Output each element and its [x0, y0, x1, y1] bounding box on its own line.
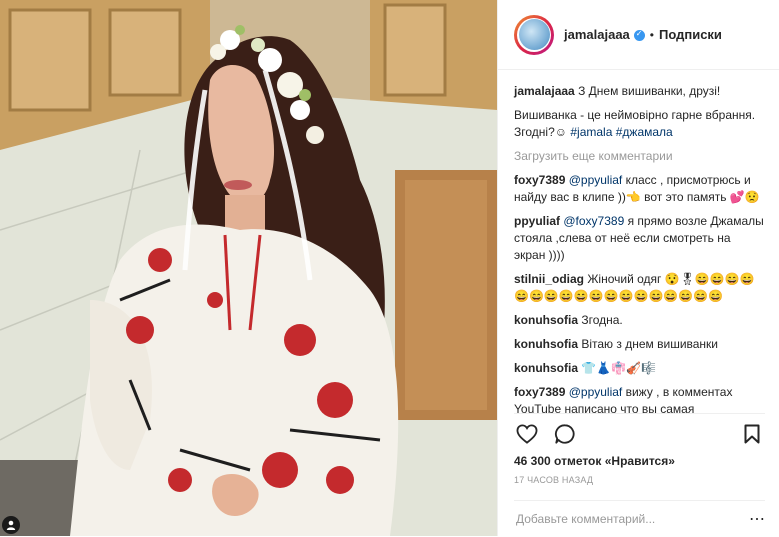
- more-options-icon[interactable]: ⋯: [749, 509, 765, 529]
- comment-username[interactable]: foxy7389: [514, 385, 565, 399]
- heart-icon[interactable]: [514, 421, 540, 447]
- user-tag-icon[interactable]: [2, 516, 20, 534]
- comment-item: foxy7389 @ppyuliaf класс , присмотрюсь и…: [514, 172, 765, 206]
- avatar-ring: [517, 17, 551, 52]
- post-sidebar: jamalajaaa • Подписки jamalajaaa З Днем …: [497, 0, 779, 536]
- avatar-image: [518, 19, 550, 50]
- comment-username[interactable]: konuhsofia: [514, 361, 578, 375]
- comment-mention[interactable]: @foxy7389: [563, 214, 624, 228]
- load-more-comments-button[interactable]: Загрузить еще комментарии: [514, 148, 765, 165]
- comment-username[interactable]: stilnii_odiag: [514, 272, 584, 286]
- username-link[interactable]: jamalajaaa: [564, 27, 630, 42]
- action-bar: [514, 413, 765, 454]
- post-photo[interactable]: [0, 0, 497, 536]
- post-header: jamalajaaa • Подписки: [498, 0, 779, 70]
- verified-badge-icon: [633, 29, 645, 41]
- comment-text: 👕👗👘🎻🎼: [578, 361, 657, 375]
- user-silhouette-icon: [6, 520, 16, 530]
- avatar[interactable]: [514, 14, 554, 55]
- comment-mention[interactable]: @ppyuliaf: [569, 385, 623, 399]
- follow-button[interactable]: Подписки: [659, 27, 722, 42]
- comment-item: stilnii_odiag Жіночий одяг 😯🎖😄😄😄😄😄😄😄😄😄😄😄…: [514, 271, 765, 305]
- caption: jamalajaaa З Днем вишиванки, друзі!: [514, 83, 765, 100]
- caption-line1: З Днем вишиванки, друзі!: [578, 84, 721, 98]
- caption-body: Вишиванка - це неймовірно гарне вбрання.…: [514, 107, 765, 141]
- comment-username[interactable]: foxy7389: [514, 173, 565, 187]
- comment-item: konuhsofia Згодна.: [514, 312, 765, 329]
- add-comment-input[interactable]: [514, 511, 749, 527]
- instagram-post: jamalajaaa • Подписки jamalajaaa З Днем …: [0, 0, 779, 536]
- comment-mention[interactable]: @ppyuliaf: [569, 173, 623, 187]
- comment-item: ppyuliaf @foxy7389 я прямо возле Джамалы…: [514, 213, 765, 264]
- bookmark-icon[interactable]: [739, 421, 765, 447]
- comment-icon[interactable]: [552, 421, 578, 447]
- comment-text: Згодна.: [578, 313, 623, 327]
- comment-item: konuhsofia Вітаю з днем вишиванки: [514, 336, 765, 353]
- comments-list[interactable]: jamalajaaa З Днем вишиванки, друзі! Виши…: [498, 70, 779, 413]
- comment-item: konuhsofia 👕👗👘🎻🎼: [514, 360, 765, 377]
- hashtag-dzhamala[interactable]: #джамала: [616, 125, 673, 139]
- comment-username[interactable]: ppyuliaf: [514, 214, 560, 228]
- separator-dot: •: [649, 27, 654, 42]
- add-comment-bar: ⋯: [514, 500, 765, 537]
- photo-illustration: [0, 0, 497, 536]
- post-timestamp[interactable]: 17 ЧАСОВ НАЗАД: [514, 475, 593, 485]
- likes-count[interactable]: 46 300 отметок «Нравится»: [514, 454, 675, 468]
- hashtag-jamala[interactable]: #jamala: [570, 125, 612, 139]
- comment-text: Вітаю з днем вишиванки: [578, 337, 719, 351]
- comment-username[interactable]: konuhsofia: [514, 313, 578, 327]
- comment-item: foxy7389 @ppyuliaf вижу , в комментах Yo…: [514, 384, 765, 413]
- caption-emoji: ☺: [554, 125, 568, 139]
- caption-username[interactable]: jamalajaaa: [514, 84, 575, 98]
- comment-username[interactable]: konuhsofia: [514, 337, 578, 351]
